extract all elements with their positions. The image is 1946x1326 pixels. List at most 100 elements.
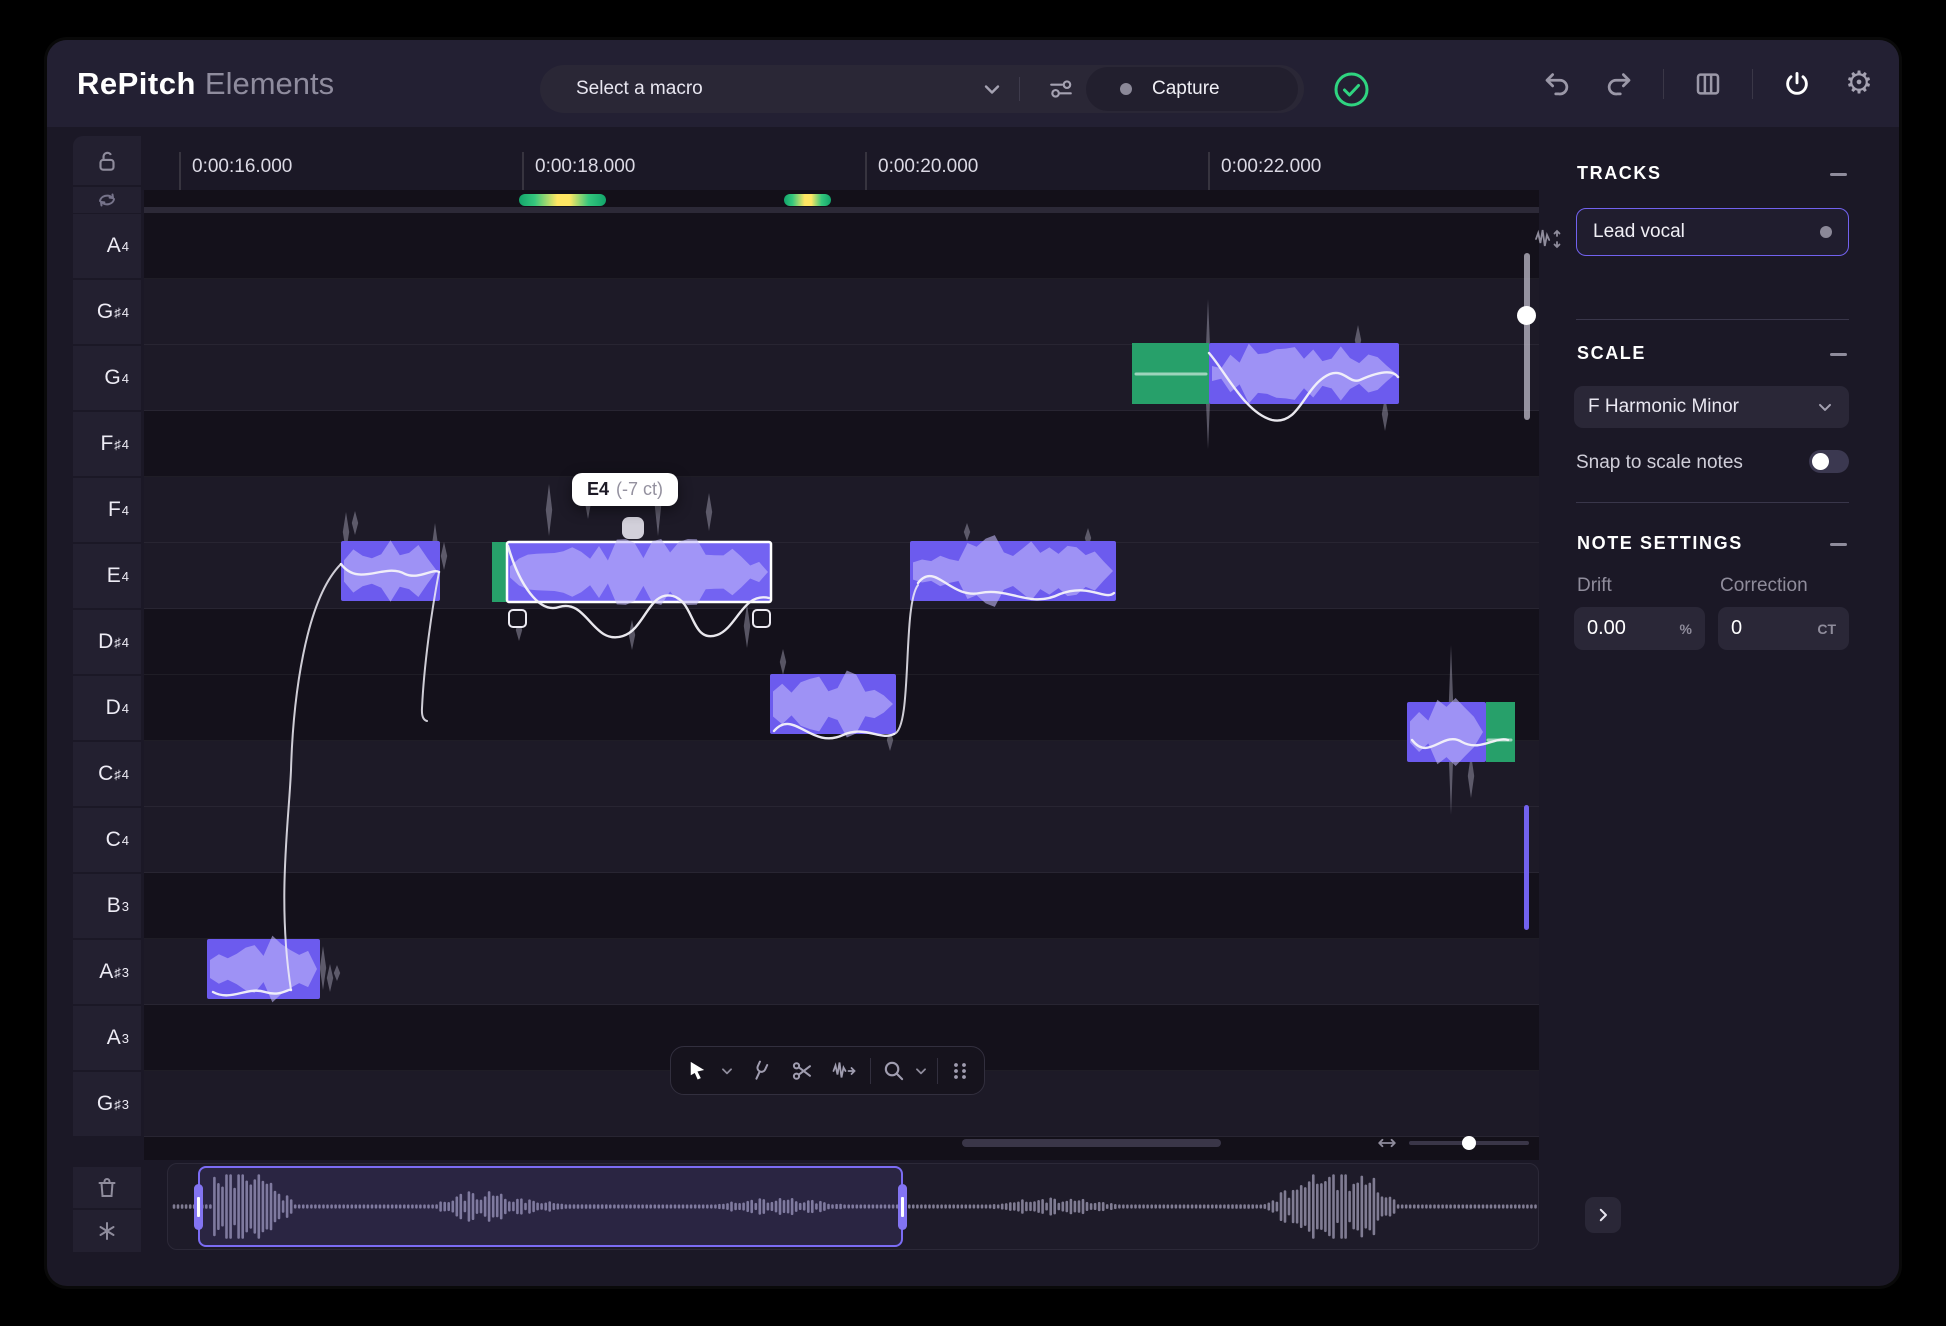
correction-input[interactable]: 0 CT — [1718, 607, 1849, 650]
retune-tool-button[interactable] — [823, 1052, 865, 1089]
scale-header: SCALE — [1577, 343, 1646, 364]
drift-input[interactable]: 0.00 % — [1574, 607, 1705, 650]
panel-divider — [1576, 502, 1849, 503]
snap-to-scale-label: Snap to scale notes — [1576, 452, 1743, 474]
macro-divider — [1019, 77, 1020, 101]
drift-unit: % — [1680, 621, 1692, 637]
toolbar-drag-handle[interactable] — [943, 1052, 977, 1089]
macro-bar: Select a macro Capture — [540, 65, 1304, 113]
track-item-lead-vocal[interactable]: Lead vocal — [1576, 208, 1849, 256]
capture-button[interactable]: Capture — [1086, 67, 1298, 111]
capture-label: Capture — [1152, 78, 1220, 100]
tune-fork-tool-button[interactable] — [739, 1052, 781, 1089]
undo-button[interactable] — [1539, 66, 1575, 102]
confirm-check-icon[interactable] — [1333, 71, 1370, 108]
edition-name: Elements — [205, 66, 334, 102]
panel-divider — [1576, 319, 1849, 320]
toolbar-divider — [1663, 69, 1664, 99]
loop-icon[interactable] — [95, 188, 119, 212]
horizontal-scrollbar[interactable] — [962, 1139, 1221, 1147]
pitch-label-B3: B3 — [73, 874, 141, 938]
timeline-label: 0:00:18.000 — [535, 156, 635, 178]
desktop-background: RePitch Elements Select a macro Capture — [0, 0, 1946, 1326]
drift-label: Drift — [1577, 575, 1612, 597]
capture-status-dot — [1120, 83, 1132, 95]
macro-select[interactable]: Select a macro — [576, 78, 703, 100]
correction-label: Correction — [1720, 575, 1808, 597]
vertical-zoom-slider[interactable] — [1524, 253, 1530, 420]
tooltip-cents: (-7 ct) — [616, 479, 663, 499]
sliders-icon[interactable] — [1048, 76, 1074, 102]
settings-gear-icon[interactable]: ⚙ — [1841, 66, 1877, 102]
join-notes-icon[interactable] — [95, 1219, 119, 1243]
timeline-ruler[interactable]: 0:00:16.000 0:00:18.000 0:00:20.000 0:00:22… — [144, 138, 1539, 190]
vertical-scrollbar[interactable] — [1524, 805, 1529, 930]
lock-cell — [73, 136, 141, 185]
correction-value: 0 — [1731, 617, 1742, 640]
side-panel: TRACKS Lead vocal SCALE F Harmonic Minor… — [1557, 135, 1899, 1286]
delete-cell — [73, 1167, 141, 1208]
note-D4-6[interactable] — [1407, 645, 1515, 815]
note-G4-5[interactable] — [1132, 299, 1399, 449]
chevron-down-icon — [1815, 397, 1835, 417]
timeline-tick — [865, 152, 867, 190]
note-A#3-0[interactable] — [207, 564, 341, 1002]
snap-to-scale-toggle[interactable] — [1809, 450, 1849, 473]
scale-collapse-button[interactable] — [1830, 353, 1847, 356]
audio-overview[interactable] — [167, 1163, 1539, 1250]
pitch-label-A4: A4 — [73, 214, 141, 278]
pitch-label-F4: F4 — [73, 478, 141, 542]
note-settings-collapse-button[interactable] — [1830, 543, 1847, 546]
overview-selection-handle-right[interactable] — [898, 1184, 907, 1230]
top-bar-actions: ⚙ — [1539, 40, 1877, 127]
timeline-label: 0:00:20.000 — [878, 156, 978, 178]
lock-open-icon[interactable] — [94, 148, 120, 174]
vertical-zoom-knob[interactable] — [1517, 306, 1536, 325]
timeline-tick — [522, 152, 524, 190]
note-resize-handle-left[interactable] — [508, 609, 527, 628]
correction-unit: CT — [1817, 621, 1836, 637]
timeline-label: 0:00:16.000 — [192, 156, 292, 178]
pitch-label-A3: A3 — [73, 1006, 141, 1070]
note-E4-3[interactable] — [910, 523, 1116, 607]
pitch-tooltip: E4(-7 ct) — [572, 473, 678, 506]
redo-button[interactable] — [1601, 66, 1637, 102]
pitch-label-D4: D4 — [73, 676, 141, 740]
piano-roll[interactable] — [144, 190, 1539, 1160]
note-D4-4[interactable] — [770, 585, 918, 751]
pitch-label-As3: A♯3 — [73, 940, 141, 1004]
trash-icon[interactable] — [95, 1176, 119, 1200]
note-resize-handle-right[interactable] — [752, 609, 771, 628]
timeline-tick — [179, 152, 181, 190]
select-tool-button[interactable] — [678, 1052, 715, 1089]
tool-palette — [670, 1046, 985, 1095]
overview-selection-handle-left[interactable] — [194, 1184, 203, 1230]
pitch-label-Fs4: F♯4 — [73, 412, 141, 476]
tracks-collapse-button[interactable] — [1830, 173, 1847, 176]
repitch-window: RePitch Elements Select a macro Capture — [47, 40, 1899, 1286]
tool-divider — [870, 1058, 871, 1084]
timeline-tick — [1208, 152, 1210, 190]
app-logo: RePitch Elements — [77, 40, 334, 127]
horizontal-zoom-knob[interactable] — [1462, 1136, 1476, 1150]
pitch-label-Gs3: G♯3 — [73, 1072, 141, 1136]
layout-columns-button[interactable] — [1690, 66, 1726, 102]
pitch-label-Cs4: C♯4 — [73, 742, 141, 806]
panel-expand-button[interactable] — [1585, 1197, 1621, 1233]
pitch-label-Ds4: D♯4 — [73, 610, 141, 674]
track-status-dot — [1820, 226, 1832, 238]
select-tool-chevron-icon[interactable] — [715, 1052, 739, 1089]
scale-dropdown[interactable]: F Harmonic Minor — [1574, 386, 1849, 428]
timeline-label: 0:00:22.000 — [1221, 156, 1321, 178]
note-E4-1[interactable] — [341, 511, 447, 721]
chevron-down-icon[interactable] — [980, 77, 1004, 101]
tracks-header: TRACKS — [1577, 163, 1662, 184]
zoom-tool-button[interactable] — [876, 1052, 910, 1089]
note-pitch-drag-handle[interactable] — [622, 517, 644, 539]
zoom-tool-chevron-icon[interactable] — [910, 1052, 932, 1089]
cut-tool-button[interactable] — [781, 1052, 823, 1089]
power-button[interactable] — [1779, 66, 1815, 102]
horizontal-zoom-icon — [1376, 1132, 1398, 1154]
overview-selection[interactable] — [198, 1166, 903, 1247]
toolbar-divider — [1752, 69, 1753, 99]
